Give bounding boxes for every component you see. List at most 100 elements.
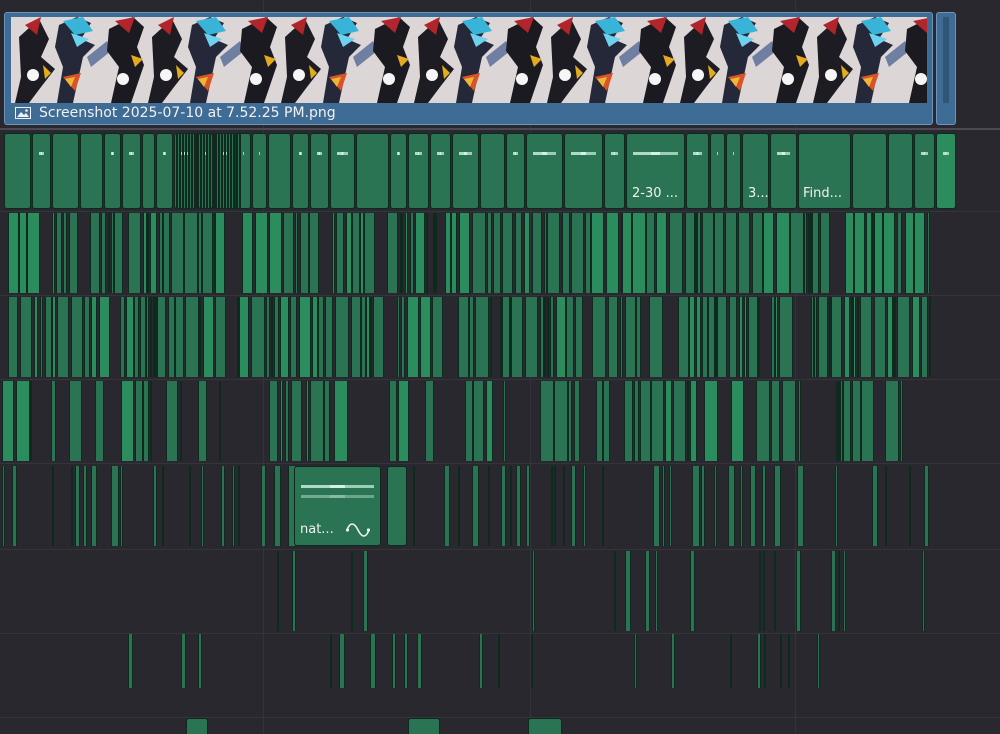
audio-clip[interactable] <box>544 297 546 377</box>
audio-clip[interactable] <box>236 133 238 209</box>
audio-clip[interactable] <box>274 466 281 546</box>
audio-clip[interactable] <box>221 133 223 209</box>
audio-clip[interactable] <box>299 297 311 377</box>
audio-clip[interactable] <box>770 133 797 209</box>
audio-clip[interactable] <box>790 213 804 293</box>
audio-track-1[interactable]: 2-30 ... 3... Find... <box>0 132 1000 210</box>
audio-clip[interactable] <box>27 213 40 293</box>
audio-clip[interactable] <box>730 634 732 688</box>
audio-clip[interactable] <box>200 133 202 209</box>
audio-clip[interactable] <box>740 466 743 546</box>
audio-clip[interactable] <box>922 551 925 631</box>
audio-clip[interactable] <box>387 213 398 293</box>
audio-clip[interactable] <box>763 551 765 631</box>
audio-clip[interactable] <box>651 381 664 461</box>
audio-clip[interactable] <box>702 213 714 293</box>
audio-clip[interactable] <box>757 634 761 688</box>
audio-clip[interactable] <box>203 133 205 209</box>
audio-clip[interactable] <box>550 297 554 377</box>
audio-clip[interactable] <box>820 213 830 293</box>
audio-clip[interactable] <box>51 381 56 461</box>
audio-clip[interactable] <box>804 213 807 293</box>
audio-clip[interactable] <box>280 297 289 377</box>
audio-clip[interactable] <box>285 381 289 461</box>
audio-clip[interactable] <box>501 466 506 546</box>
audio-clip[interactable] <box>796 551 801 631</box>
audio-clip[interactable] <box>295 213 298 293</box>
audio-clip[interactable] <box>52 213 55 293</box>
audio-clip[interactable] <box>762 466 766 546</box>
audio-clip[interactable] <box>900 381 903 461</box>
audio-clip[interactable] <box>701 466 705 546</box>
audio-clip[interactable] <box>532 551 535 631</box>
audio-clip[interactable] <box>798 381 801 461</box>
audio-clip[interactable] <box>218 133 220 209</box>
audio-clip[interactable] <box>71 297 83 377</box>
audio-clip[interactable] <box>458 297 469 377</box>
audio-clip[interactable] <box>506 133 525 209</box>
audio-clip[interactable] <box>189 466 191 546</box>
audio-clip[interactable] <box>524 213 530 293</box>
audio-clip[interactable] <box>150 381 152 461</box>
audio-clip[interactable] <box>838 551 840 631</box>
audio-clip[interactable] <box>486 381 493 461</box>
audio-clip[interactable] <box>528 718 562 734</box>
audio-clip[interactable] <box>583 466 586 546</box>
audio-clip[interactable] <box>91 466 97 546</box>
audio-clip[interactable] <box>914 213 925 293</box>
audio-clip[interactable] <box>227 133 229 209</box>
audio-clip[interactable] <box>897 213 902 293</box>
audio-clip[interactable] <box>606 213 619 293</box>
audio-clip[interactable] <box>52 466 54 546</box>
video-clip[interactable]: Screenshot 2025-07-10 at 7.52.25 PM.png <box>4 12 933 125</box>
audio-clip[interactable] <box>469 297 474 377</box>
audio-clip[interactable] <box>764 634 766 688</box>
audio-clip[interactable] <box>845 213 854 293</box>
audio-clip[interactable] <box>640 381 651 461</box>
audio-clip[interactable] <box>83 466 87 546</box>
audio-clip[interactable] <box>122 133 141 209</box>
audio-clip[interactable] <box>238 466 240 546</box>
audio-clip[interactable] <box>697 213 701 293</box>
audio-clip[interactable] <box>356 133 389 209</box>
audio-clip[interactable] <box>912 297 920 377</box>
audio-track-2[interactable] <box>0 212 1000 294</box>
audio-clip[interactable] <box>291 381 302 461</box>
audio-clip[interactable] <box>277 551 279 631</box>
audio-clip[interactable] <box>671 634 675 688</box>
audio-clip[interactable] <box>56 213 62 293</box>
audio-clip[interactable] <box>634 381 639 461</box>
audio-clip[interactable] <box>104 133 121 209</box>
audio-clip[interactable] <box>452 133 479 209</box>
audio-clip[interactable] <box>239 297 249 377</box>
audio-clip[interactable] <box>502 213 513 293</box>
audio-clip[interactable] <box>163 213 170 293</box>
audio-clip[interactable] <box>554 381 568 461</box>
audio-clip[interactable] <box>128 634 133 688</box>
audio-clip[interactable] <box>547 297 549 377</box>
audio-clip[interactable] <box>330 133 355 209</box>
audio-clip[interactable] <box>191 133 193 209</box>
audio-clip[interactable] <box>2 466 5 546</box>
audio-clip[interactable] <box>678 297 689 377</box>
audio-clip[interactable] <box>101 213 106 293</box>
audio-clip[interactable] <box>526 466 530 546</box>
audio-clip[interactable] <box>708 297 715 377</box>
audio-clip[interactable] <box>274 297 279 377</box>
audio-clip[interactable] <box>134 297 139 377</box>
audio-clip[interactable] <box>614 551 616 631</box>
audio-clip[interactable] <box>444 466 450 546</box>
audio-clip[interactable] <box>261 466 266 546</box>
audio-clip[interactable] <box>309 213 319 293</box>
audio-clip[interactable] <box>774 551 776 631</box>
audio-clip[interactable] <box>71 466 73 546</box>
audio-clip[interactable] <box>120 297 125 377</box>
audio-clip[interactable] <box>874 213 883 293</box>
audio-clip[interactable] <box>480 133 505 209</box>
audio-clip[interactable] <box>717 297 727 377</box>
audio-clip[interactable] <box>473 381 484 461</box>
audio-clip[interactable] <box>4 133 31 209</box>
audio-clip[interactable] <box>310 133 329 209</box>
audio-clip[interactable] <box>818 297 828 377</box>
audio-clip[interactable] <box>426 213 428 293</box>
